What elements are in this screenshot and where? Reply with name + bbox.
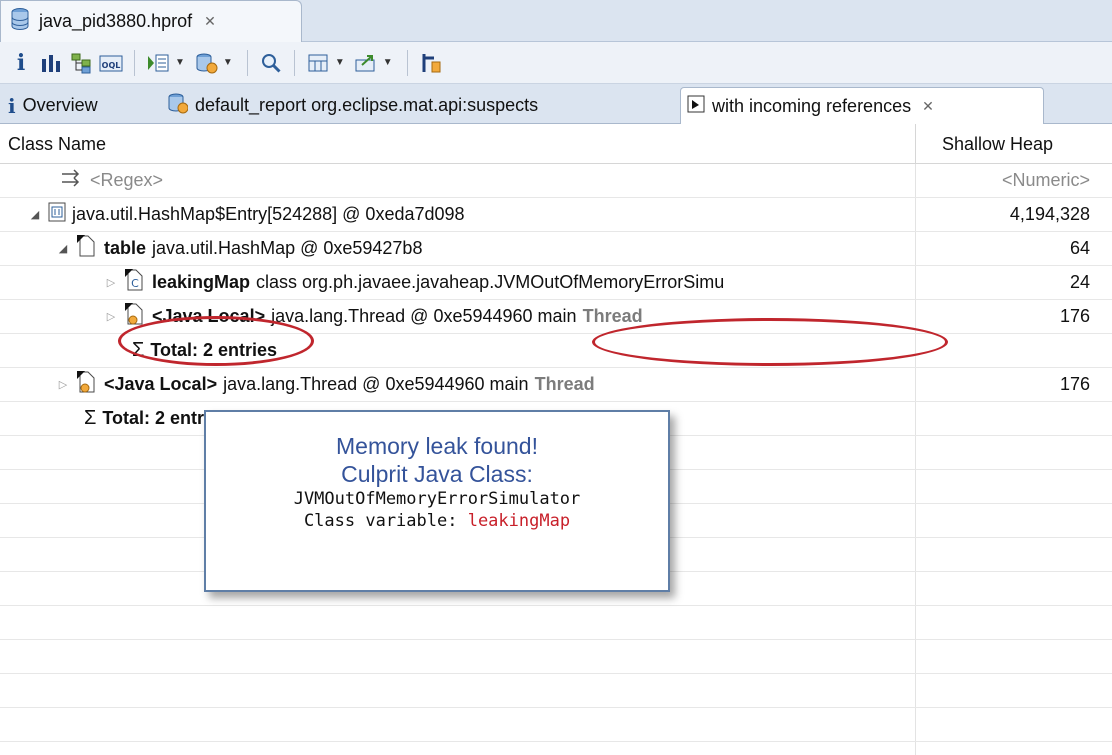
callout-class-name: JVMOutOfMemoryErrorSimulator xyxy=(293,489,581,509)
query-browser-icon[interactable] xyxy=(191,48,221,78)
empty-row xyxy=(0,606,1112,640)
heap-dump-overview-icon[interactable] xyxy=(416,48,446,78)
svg-text:C: C xyxy=(131,277,139,290)
object-name: java.util.HashMap$Entry[524288] @ 0xeda7… xyxy=(72,204,465,224)
column-header-shallow-heap[interactable]: Shallow Heap xyxy=(942,124,1053,164)
column-divider xyxy=(915,124,916,164)
shallow-heap-value: 176 xyxy=(1059,374,1090,394)
chevron-down-icon[interactable]: ▼ xyxy=(335,57,345,68)
field-name: table xyxy=(104,238,147,258)
field-name: <Java Local> xyxy=(104,374,218,394)
run-expert-icon[interactable] xyxy=(143,48,173,78)
numeric-filter[interactable]: <Numeric> xyxy=(1002,164,1090,197)
empty-row xyxy=(0,674,1112,708)
object-suffix: Thread xyxy=(582,306,643,326)
chevron-down-icon[interactable]: ▼ xyxy=(383,57,393,68)
sum-icon: Σ xyxy=(84,407,97,429)
oql-icon[interactable]: OQL xyxy=(96,48,126,78)
collapsed-arrow-icon[interactable]: ▷ xyxy=(56,378,70,391)
class-ref-icon: C xyxy=(124,268,146,297)
column-header-class-name[interactable]: Class Name xyxy=(8,124,106,164)
search-icon[interactable] xyxy=(256,48,286,78)
regex-filter-text: <Regex> xyxy=(90,170,164,190)
expanded-arrow-icon[interactable]: ◢ xyxy=(56,242,70,255)
object-name: class org.ph.javaee.javaheap.JVMOutOfMem… xyxy=(256,272,725,292)
calculator-icon[interactable] xyxy=(303,48,333,78)
editor-tab-strip: java_pid3880.hprof ✕ xyxy=(0,0,1112,42)
table-row[interactable]: ▷ <Java Local> java.lang.Thread @ 0xe594… xyxy=(0,368,1112,402)
empty-row xyxy=(0,640,1112,674)
table-row[interactable]: ▷ C leakingMap class org.ph.javaee.javah… xyxy=(0,266,1112,300)
dominator-tree-icon[interactable] xyxy=(66,48,96,78)
callout-subtitle: Culprit Java Class: xyxy=(341,461,533,487)
table-header: Class Name Shallow Heap xyxy=(0,124,1112,164)
empty-row xyxy=(0,708,1112,742)
toolbar-separator xyxy=(406,49,408,76)
shallow-heap-value: 64 xyxy=(1069,238,1090,258)
close-icon[interactable]: ✕ xyxy=(922,98,934,115)
chevron-down-icon[interactable]: ▼ xyxy=(175,57,185,68)
filter-icon xyxy=(60,168,84,193)
tab-overview-label: Overview xyxy=(22,95,98,115)
highlight-oval-leakingmap xyxy=(118,316,314,366)
filter-row: <Regex> <Numeric> xyxy=(0,164,1112,198)
object-suffix: Thread xyxy=(534,374,595,394)
callout-title: Memory leak found! xyxy=(336,433,538,459)
toolbar-separator xyxy=(293,49,295,76)
regex-filter[interactable]: <Regex> xyxy=(60,164,163,197)
svg-text:OQL: OQL xyxy=(102,61,121,70)
object-ref-icon xyxy=(76,234,98,263)
shallow-heap-value: 4,194,328 xyxy=(1009,204,1090,224)
highlight-oval-class xyxy=(592,318,948,366)
info-icon: i xyxy=(8,93,16,118)
close-icon[interactable]: ✕ xyxy=(204,13,216,30)
object-name: java.util.HashMap @ 0xe59427b8 xyxy=(152,238,423,258)
table-row[interactable]: ◢ table java.util.HashMap @ 0xe59427b8 6… xyxy=(0,232,1112,266)
toolbar-separator xyxy=(246,49,248,76)
tab-incoming-references-label: with incoming references xyxy=(712,95,912,116)
shallow-heap-value: 24 xyxy=(1069,272,1090,292)
field-name: leakingMap xyxy=(152,272,251,292)
callout-variable-value: leakingMap xyxy=(467,511,571,531)
tab-incoming-references[interactable]: with incoming references ✕ xyxy=(680,87,1044,124)
expanded-arrow-icon[interactable]: ◢ xyxy=(28,208,42,221)
tab-overview[interactable]: i Overview xyxy=(2,87,104,124)
chevron-down-icon[interactable]: ▼ xyxy=(223,57,233,68)
result-tab-strip: i Overview default_report org.eclipse.ma… xyxy=(0,84,1112,124)
callout-variable-label: Class variable: xyxy=(303,511,468,531)
toolbar: i OQL ▼ ▼ ▼ ▼ xyxy=(0,42,1112,84)
tab-default-report[interactable]: default_report org.eclipse.mat.api:suspe… xyxy=(160,87,544,124)
histogram-icon[interactable] xyxy=(36,48,66,78)
table-row[interactable]: ◢ java.util.HashMap$Entry[524288] @ 0xed… xyxy=(0,198,1112,232)
annotation-callout: Memory leak found! Culprit Java Class: J… xyxy=(204,410,670,592)
object-name: java.lang.Thread @ 0xe5944960 main xyxy=(223,374,529,394)
info-icon[interactable]: i xyxy=(6,48,36,78)
toolbar-separator xyxy=(134,49,135,76)
collapsed-arrow-icon[interactable]: ▷ xyxy=(104,310,118,323)
query-result-icon xyxy=(687,94,705,119)
collapsed-arrow-icon[interactable]: ▷ xyxy=(104,276,118,289)
array-icon xyxy=(48,202,66,227)
editor-tab-title: java_pid3880.hprof xyxy=(39,11,193,31)
object-name: java.lang.Thread @ 0xe5944960 main xyxy=(271,306,577,326)
heap-dump-icon xyxy=(9,7,31,36)
thread-ref-icon xyxy=(76,370,98,399)
editor-tab-heap-dump[interactable]: java_pid3880.hprof ✕ xyxy=(0,0,302,42)
shallow-heap-value: 176 xyxy=(1059,306,1090,326)
tab-default-report-label: default_report org.eclipse.mat.api:suspe… xyxy=(195,95,539,115)
report-icon xyxy=(166,92,189,119)
callout-variable: Class variable: leakingMap xyxy=(206,510,668,532)
export-icon[interactable] xyxy=(351,48,381,78)
